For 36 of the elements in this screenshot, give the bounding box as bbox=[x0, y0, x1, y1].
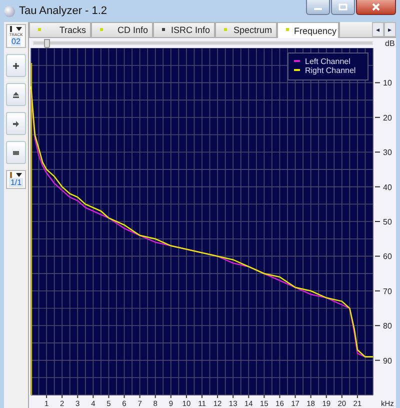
slider-thumb[interactable] bbox=[44, 39, 50, 48]
close-button[interactable] bbox=[356, 0, 396, 15]
tab[interactable]: CD Info bbox=[91, 22, 153, 37]
axis-unit-label: dB bbox=[385, 38, 395, 48]
maximize-icon bbox=[338, 3, 348, 11]
add-button[interactable] bbox=[6, 54, 26, 77]
y-axis-label: 50 bbox=[383, 218, 392, 226]
y-axis-label: 20 bbox=[383, 113, 392, 122]
tab[interactable]: Spectrum bbox=[215, 22, 277, 37]
minimize-button[interactable] bbox=[306, 0, 330, 15]
y-axis-label: 90 bbox=[383, 356, 392, 366]
close-icon bbox=[371, 3, 381, 11]
tab[interactable]: Tracks bbox=[29, 22, 91, 37]
eject-button[interactable] bbox=[6, 83, 26, 106]
y-axis-label: 80 bbox=[383, 322, 392, 331]
y-axis-label: 40 bbox=[383, 182, 392, 192]
y-axis-label: 30 bbox=[383, 148, 392, 158]
dropdown-icon bbox=[9, 26, 23, 32]
legend-label: Right Channel bbox=[305, 66, 356, 75]
plus-icon bbox=[12, 62, 20, 70]
page-selector[interactable]: 1/1 bbox=[6, 170, 26, 189]
eject-icon bbox=[12, 90, 20, 98]
stop-icon bbox=[12, 148, 20, 156]
stop-button[interactable] bbox=[6, 141, 26, 164]
dropdown-icon bbox=[9, 172, 23, 178]
y-axis-label: 60 bbox=[383, 252, 392, 262]
arrow-right-icon bbox=[12, 120, 20, 128]
app-icon bbox=[4, 6, 15, 16]
maximize-button[interactable] bbox=[331, 0, 355, 15]
y-axis-label: 70 bbox=[383, 286, 392, 296]
forward-button[interactable] bbox=[6, 112, 26, 135]
window-title: Tau Analyzer - 1.2 bbox=[19, 5, 108, 17]
tab[interactable]: Frequency bbox=[277, 22, 339, 38]
tab[interactable]: ISRC Info bbox=[153, 22, 215, 37]
y-axis-label: 10 bbox=[383, 78, 392, 88]
legend-label: Left Channel bbox=[305, 57, 350, 66]
